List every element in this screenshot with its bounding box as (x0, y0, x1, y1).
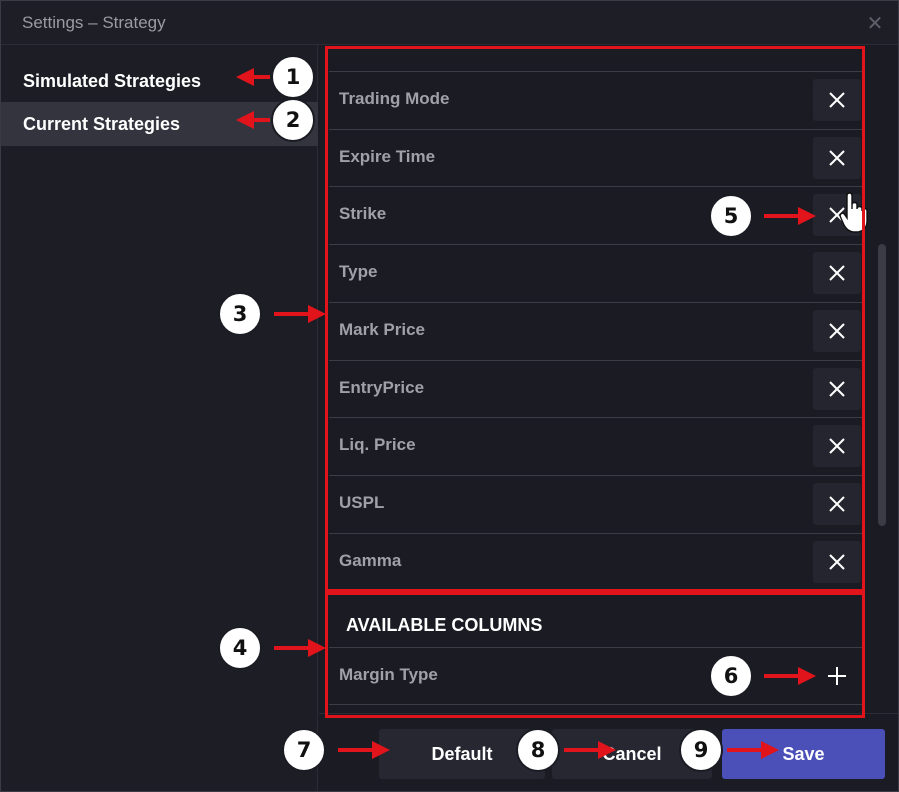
annotation-marker: 2 (271, 98, 315, 142)
annotation-arrow (764, 667, 816, 685)
available-columns-highlight (325, 592, 865, 718)
annotation-marker: 7 (282, 728, 326, 772)
annotation-arrow (564, 741, 616, 759)
annotation-arrow (236, 68, 270, 86)
annotation-arrow (236, 111, 270, 129)
annotation-marker: 1 (271, 55, 315, 99)
annotation-arrow (274, 639, 326, 657)
sidebar: Simulated Strategies Current Strategies (1, 45, 318, 791)
annotation-arrow (727, 741, 779, 759)
annotation-marker: 9 (679, 728, 723, 772)
annotation-marker: 4 (218, 626, 262, 670)
selected-columns-highlight (325, 46, 865, 592)
annotation-marker: 6 (709, 654, 753, 698)
annotation-marker: 3 (218, 292, 262, 336)
window-title: Settings – Strategy (22, 13, 166, 32)
close-window-icon[interactable]: ✕ (866, 14, 884, 34)
annotation-arrow (274, 305, 326, 323)
scrollbar[interactable] (878, 244, 886, 526)
annotation-arrow (338, 741, 390, 759)
annotation-marker: 8 (516, 728, 560, 772)
annotation-marker: 5 (709, 194, 753, 238)
annotation-arrow (764, 207, 816, 225)
title-bar: Settings – Strategy ✕ (1, 1, 898, 45)
